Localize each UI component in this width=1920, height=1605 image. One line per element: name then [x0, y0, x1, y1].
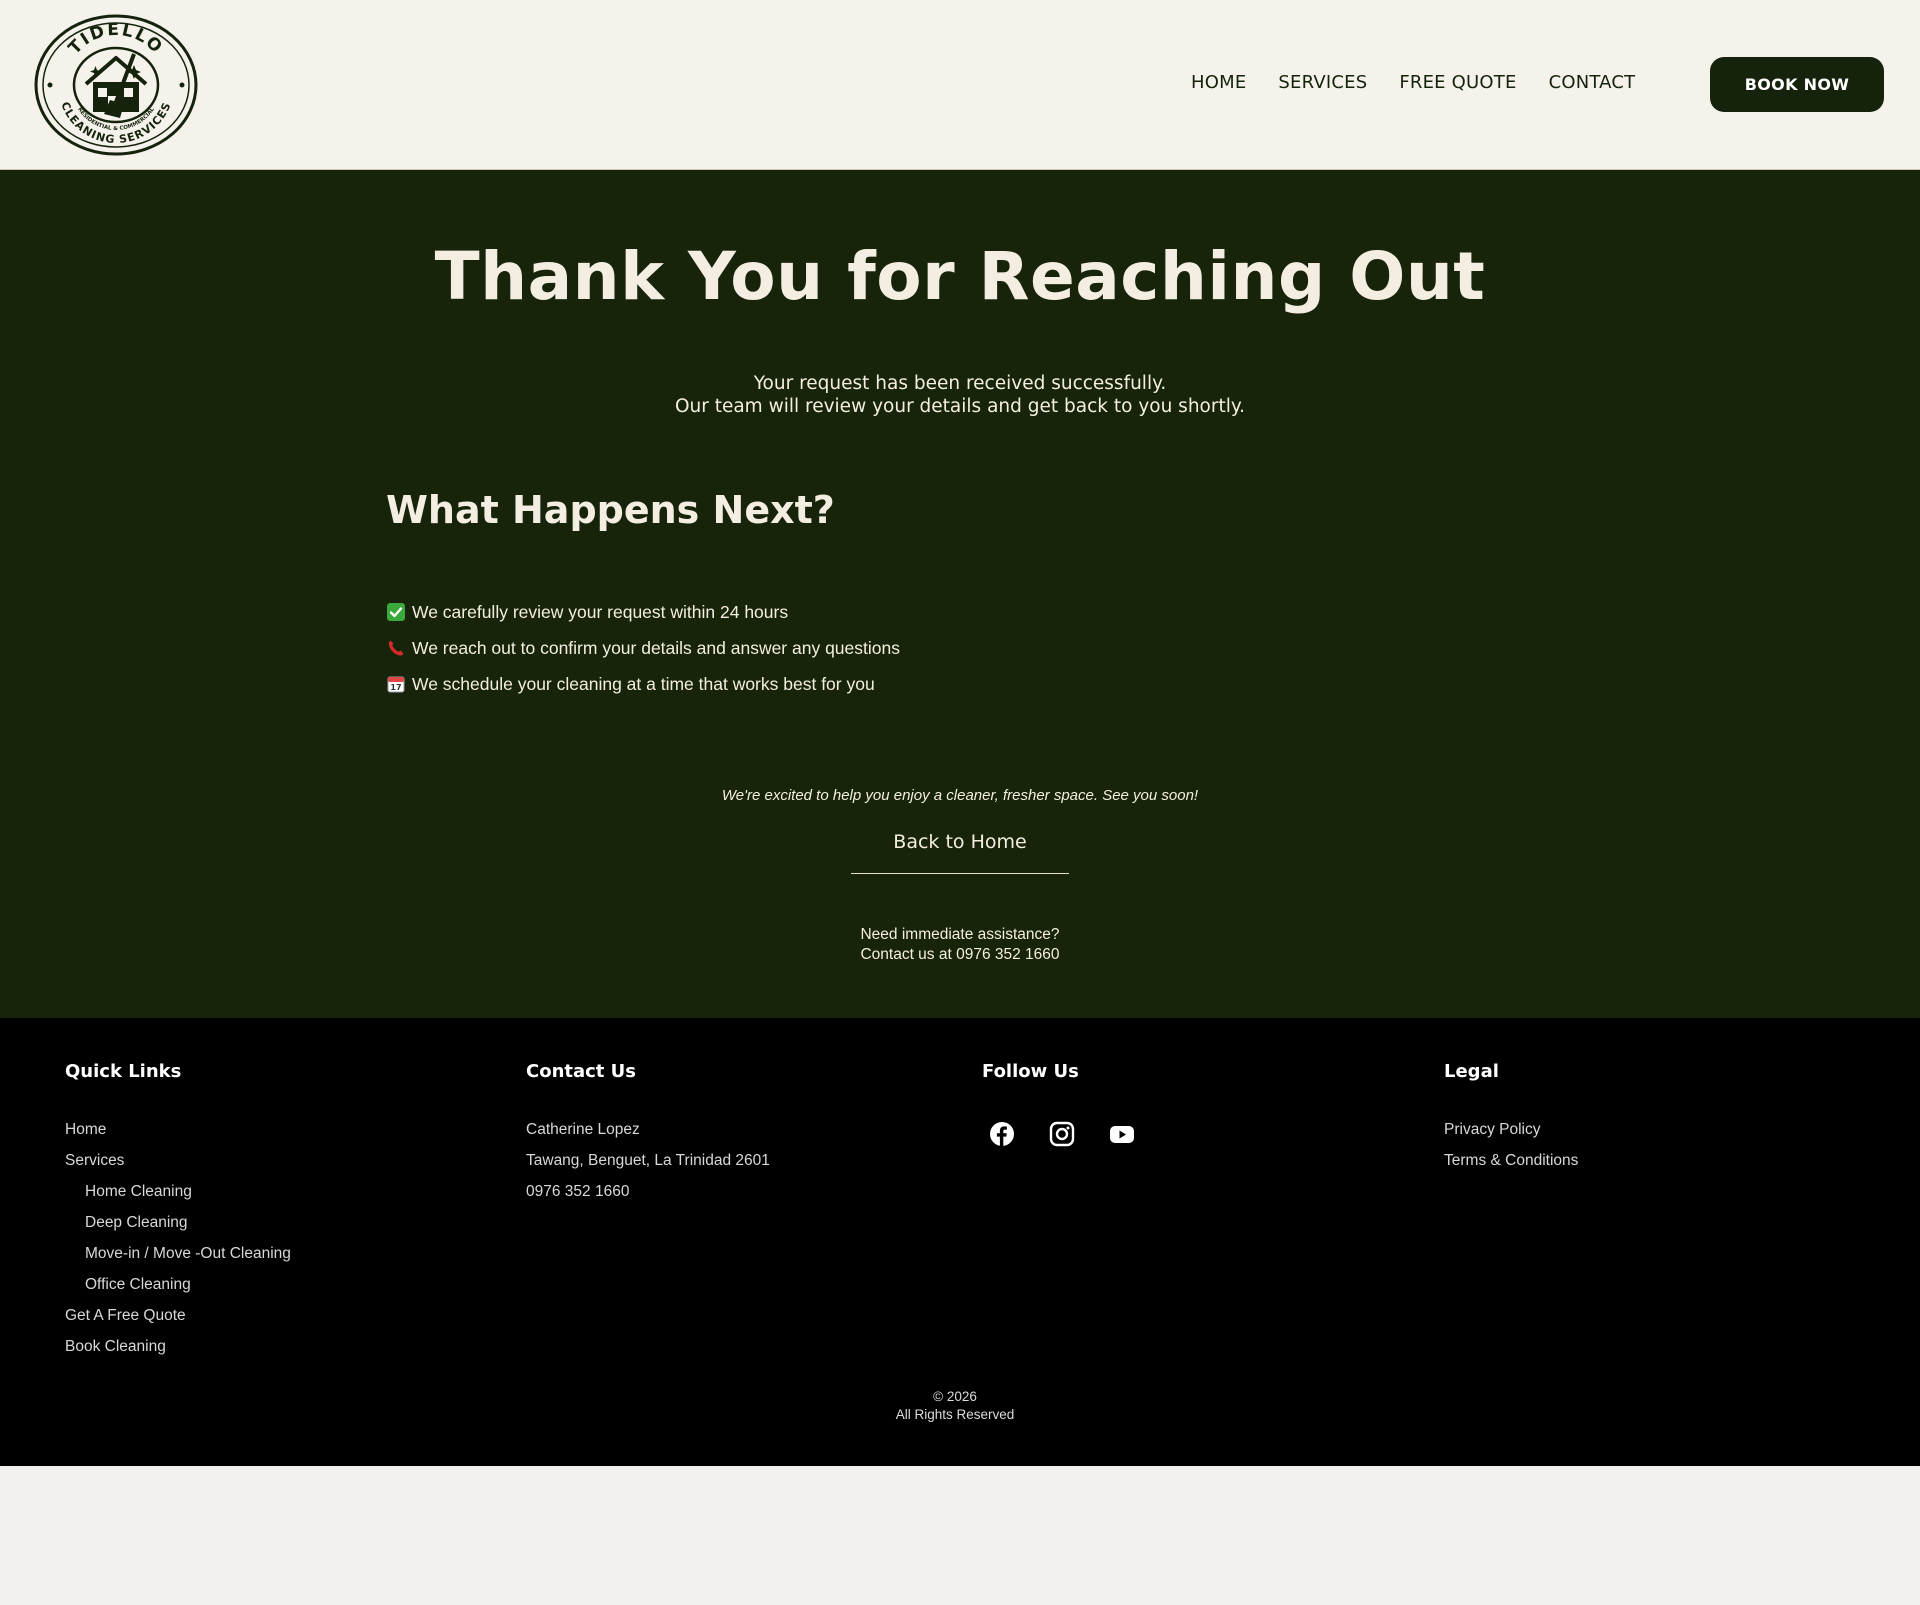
footer-link-office-cleaning[interactable]: Office Cleaning: [65, 1269, 291, 1300]
footer-link-book-cleaning[interactable]: Book Cleaning: [65, 1331, 291, 1362]
copyright-year: © 2026: [933, 1389, 977, 1404]
list-item: We carefully review your request within …: [387, 594, 900, 630]
book-now-button[interactable]: BOOK NOW: [1710, 57, 1884, 112]
contact-title: Contact Us: [526, 1061, 637, 1082]
nav-free-quote[interactable]: FREE QUOTE: [1399, 72, 1516, 93]
footer-link-terms[interactable]: Terms & Conditions: [1444, 1145, 1578, 1176]
footer-link-home[interactable]: Home: [65, 1114, 291, 1145]
confirmation-line-1: Your request has been received successfu…: [753, 373, 1167, 394]
footer-legal: Legal Privacy Policy Terms & Conditions: [1444, 1060, 1578, 1176]
legal-title: Legal: [1444, 1061, 1499, 1082]
check-icon: [387, 603, 405, 621]
next-steps-list: We carefully review your request within …: [387, 594, 900, 702]
site-header: TIDELLO CLEANING SERVICES RESIDENTIAL & …: [0, 0, 1920, 170]
nav-services[interactable]: SERVICES: [1278, 72, 1367, 93]
contact-name: Catherine Lopez: [526, 1121, 640, 1138]
assist-phone: Contact us at 0976 352 1660: [860, 946, 1060, 963]
footer-follow: Follow Us: [982, 1060, 1162, 1154]
back-to-home-button[interactable]: Back to Home: [851, 822, 1069, 874]
assistance-info: Need immediate assistance? Contact us at…: [0, 925, 1920, 965]
closing-message: We're excited to help you enjoy a cleane…: [721, 787, 1199, 804]
site-footer: Quick Links Home Services Home Cleaning …: [0, 1018, 1920, 1466]
instagram-icon[interactable]: [1042, 1114, 1082, 1154]
contact-phone[interactable]: 0976 352 1660: [526, 1176, 770, 1207]
footer-link-free-quote[interactable]: Get A Free Quote: [65, 1300, 291, 1331]
step-text: We reach out to confirm your details and…: [412, 637, 900, 658]
list-item: We reach out to confirm your details and…: [387, 630, 900, 666]
assist-question: Need immediate assistance?: [860, 926, 1060, 943]
page-title: Thank You for Reaching Out: [434, 238, 1486, 315]
calendar-icon: 17: [387, 676, 405, 693]
step-text: We carefully review your request within …: [412, 601, 789, 622]
footer-link-deep-cleaning[interactable]: Deep Cleaning: [65, 1207, 291, 1238]
follow-title: Follow Us: [982, 1061, 1079, 1082]
contact-address: Tawang, Benguet, La Trinidad 2601: [526, 1152, 770, 1169]
footer-link-services[interactable]: Services: [65, 1145, 291, 1176]
phone-icon: [388, 640, 404, 656]
footer-contact: Contact Us Catherine Lopez Tawang, Bengu…: [526, 1060, 770, 1207]
facebook-icon[interactable]: [982, 1114, 1022, 1154]
confirmation-line-2: Our team will review your details and ge…: [674, 396, 1246, 417]
footer-quick-links: Quick Links Home Services Home Cleaning …: [65, 1060, 291, 1362]
nav-home[interactable]: HOME: [1191, 72, 1246, 93]
copyright: © 2026 All Rights Reserved: [0, 1388, 1910, 1424]
footer-link-move-cleaning[interactable]: Move-in / Move -Out Cleaning: [65, 1238, 291, 1269]
youtube-icon[interactable]: [1102, 1114, 1142, 1154]
footer-link-privacy[interactable]: Privacy Policy: [1444, 1114, 1578, 1145]
footer-link-home-cleaning[interactable]: Home Cleaning: [65, 1176, 291, 1207]
svg-text:17: 17: [390, 683, 401, 692]
step-text: We schedule your cleaning at a time that…: [412, 673, 875, 694]
copyright-rights: All Rights Reserved: [895, 1407, 1015, 1422]
main-nav: HOME SERVICES FREE QUOTE CONTACT: [1191, 72, 1635, 93]
quick-links-title: Quick Links: [65, 1061, 182, 1082]
thank-you-section: Thank You for Reaching Out Your request …: [0, 170, 1920, 1018]
social-links: [982, 1114, 1162, 1154]
list-item: 17 We schedule your cleaning at a time t…: [387, 666, 900, 702]
next-steps-title: What Happens Next?: [386, 488, 835, 532]
nav-contact[interactable]: CONTACT: [1549, 72, 1636, 93]
tidello-logo[interactable]: TIDELLO CLEANING SERVICES RESIDENTIAL & …: [34, 14, 198, 156]
confirmation-message: Your request has been received successfu…: [0, 372, 1920, 418]
